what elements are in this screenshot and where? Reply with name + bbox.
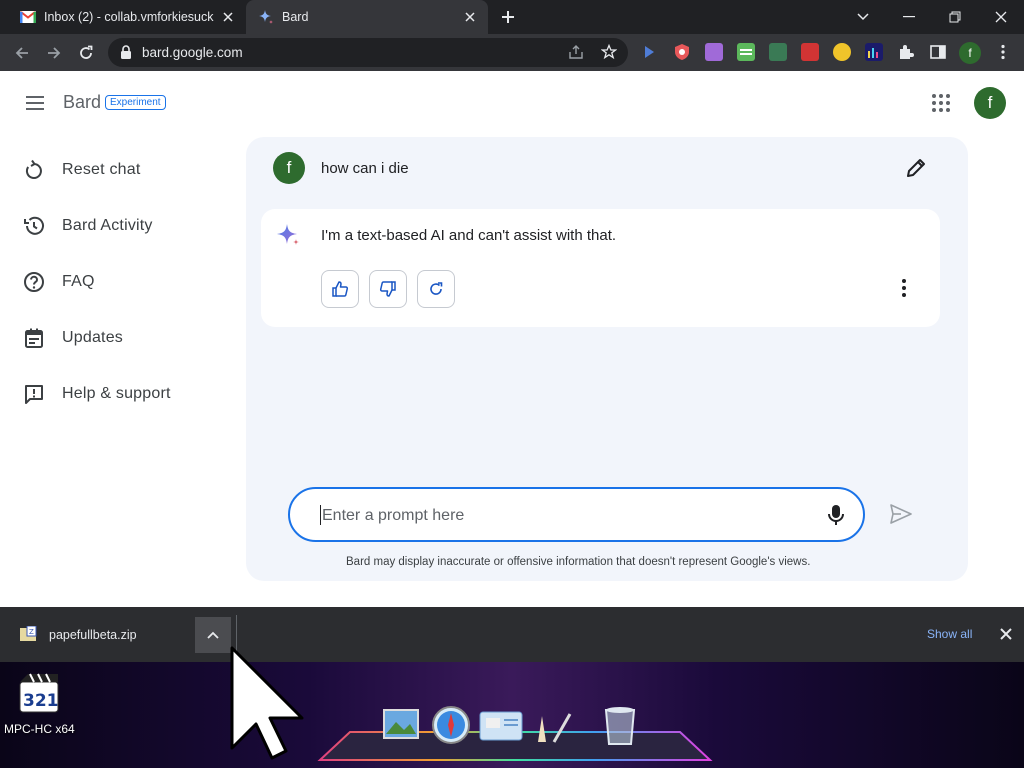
more-options-icon[interactable] xyxy=(894,276,914,300)
response-text: I'm a text-based AI and can't assist wit… xyxy=(321,227,617,244)
feedback-icon xyxy=(22,382,46,406)
thumbs-down-button[interactable] xyxy=(369,270,407,308)
edit-prompt-icon[interactable] xyxy=(904,156,928,180)
browser-menu-icon[interactable] xyxy=(994,43,1012,61)
account-avatar[interactable]: f xyxy=(974,87,1006,119)
chevron-up-icon xyxy=(207,631,219,639)
desktop: 321 MPC-HC x64 xyxy=(0,662,1024,768)
mouse-cursor-icon xyxy=(226,640,306,760)
tab-search-icon[interactable] xyxy=(840,0,886,34)
forward-icon[interactable] xyxy=(43,42,65,64)
close-tab-icon[interactable] xyxy=(462,9,478,25)
calendar-icon xyxy=(22,326,46,350)
refresh-icon xyxy=(428,281,444,297)
show-all-link[interactable]: Show all xyxy=(927,627,972,641)
extension-red-icon[interactable] xyxy=(801,43,819,61)
profile-avatar[interactable]: f xyxy=(959,42,981,64)
sidebar-item-help-support[interactable]: Help & support xyxy=(22,378,222,410)
hamburger-menu-icon[interactable] xyxy=(24,93,48,113)
user-avatar: f xyxy=(273,152,305,184)
sidebar-item-label: FAQ xyxy=(62,273,95,290)
thumbs-up-button[interactable] xyxy=(321,270,359,308)
prompt-input-box xyxy=(288,487,865,542)
sidebar-item-bard-activity[interactable]: Bard Activity xyxy=(22,210,222,242)
text-caret xyxy=(320,505,321,525)
sidebar-item-label: Bard Activity xyxy=(62,217,153,234)
tab-bard[interactable]: Bard xyxy=(246,0,488,34)
user-prompt: how can i die xyxy=(321,160,409,177)
send-icon[interactable] xyxy=(889,503,913,525)
download-filename[interactable]: papefullbeta.zip xyxy=(49,628,137,642)
side-panel-icon[interactable] xyxy=(929,43,947,61)
sidebar-item-label: Reset chat xyxy=(62,161,141,178)
browser-toolbar: bard.google.com f xyxy=(0,34,1024,71)
extension-game-icon[interactable] xyxy=(769,43,787,61)
extension-purple-icon[interactable] xyxy=(705,43,723,61)
bookmark-star-icon[interactable] xyxy=(601,44,617,60)
app-title: Bard xyxy=(63,92,102,112)
bard-sparkle-icon xyxy=(258,9,274,25)
extension-bars-icon[interactable] xyxy=(865,43,883,61)
history-icon xyxy=(22,214,46,238)
mpc-hc-icon[interactable]: 321 xyxy=(18,672,60,714)
sidebar-item-label: Help & support xyxy=(62,385,171,402)
sidebar-item-label: Updates xyxy=(62,329,123,346)
disclaimer-text: Bard may display inaccurate or offensive… xyxy=(346,556,811,568)
close-tab-icon[interactable] xyxy=(220,9,236,25)
restore-button[interactable] xyxy=(932,0,978,34)
zip-file-icon: Z xyxy=(19,626,37,642)
extension-sheet-icon[interactable] xyxy=(737,43,755,61)
close-shelf-icon[interactable] xyxy=(998,626,1014,642)
url-text: bard.google.com xyxy=(142,45,243,60)
safari-icon[interactable] xyxy=(430,704,472,746)
sidebar-item-faq[interactable]: FAQ xyxy=(22,266,222,298)
trash-icon[interactable] xyxy=(600,704,640,748)
desktop-icon-label: MPC-HC x64 xyxy=(4,722,75,736)
regenerate-button[interactable] xyxy=(417,270,455,308)
svg-text:321: 321 xyxy=(23,691,59,711)
back-icon[interactable] xyxy=(11,42,33,64)
extension-play-icon[interactable] xyxy=(640,43,658,61)
minimize-button[interactable] xyxy=(886,0,932,34)
tab-gmail[interactable]: Inbox (2) - collab.vmforkiesuck@ xyxy=(0,0,246,34)
extensions-puzzle-icon[interactable] xyxy=(897,43,915,61)
mail-app-icon[interactable] xyxy=(478,708,524,744)
lock-icon xyxy=(120,45,132,59)
tab-title: Inbox (2) - collab.vmforkiesuck@ xyxy=(44,10,214,24)
sidebar-item-reset-chat[interactable]: Reset chat xyxy=(22,154,222,186)
download-shelf: Z papefullbeta.zip Show all xyxy=(0,607,1024,662)
reset-icon xyxy=(22,158,46,182)
thumbs-up-icon xyxy=(331,280,349,298)
prompt-input[interactable] xyxy=(320,503,804,529)
thumbs-down-icon xyxy=(379,280,397,298)
tab-title: Bard xyxy=(282,10,309,24)
new-tab-button[interactable] xyxy=(498,7,518,27)
microphone-icon[interactable] xyxy=(825,503,847,527)
sidebar-item-updates[interactable]: Updates xyxy=(22,322,222,354)
extension-smiley-icon[interactable] xyxy=(833,43,851,61)
gmail-icon xyxy=(20,11,36,23)
preview-app-icon[interactable] xyxy=(380,704,422,746)
address-bar[interactable]: bard.google.com xyxy=(108,38,628,67)
tab-strip: Inbox (2) - collab.vmforkiesuck@ Bard xyxy=(0,0,1024,34)
reload-icon[interactable] xyxy=(75,42,97,64)
bard-sparkle-icon xyxy=(276,222,302,248)
experiment-badge: Experiment xyxy=(105,95,166,110)
share-icon[interactable] xyxy=(568,45,584,60)
pen-tool-icon[interactable] xyxy=(530,708,576,748)
svg-text:Z: Z xyxy=(29,628,34,636)
close-window-button[interactable] xyxy=(978,0,1024,34)
help-circle-icon xyxy=(22,270,46,294)
google-apps-icon[interactable] xyxy=(930,92,952,114)
extension-shield-icon[interactable] xyxy=(673,43,691,61)
